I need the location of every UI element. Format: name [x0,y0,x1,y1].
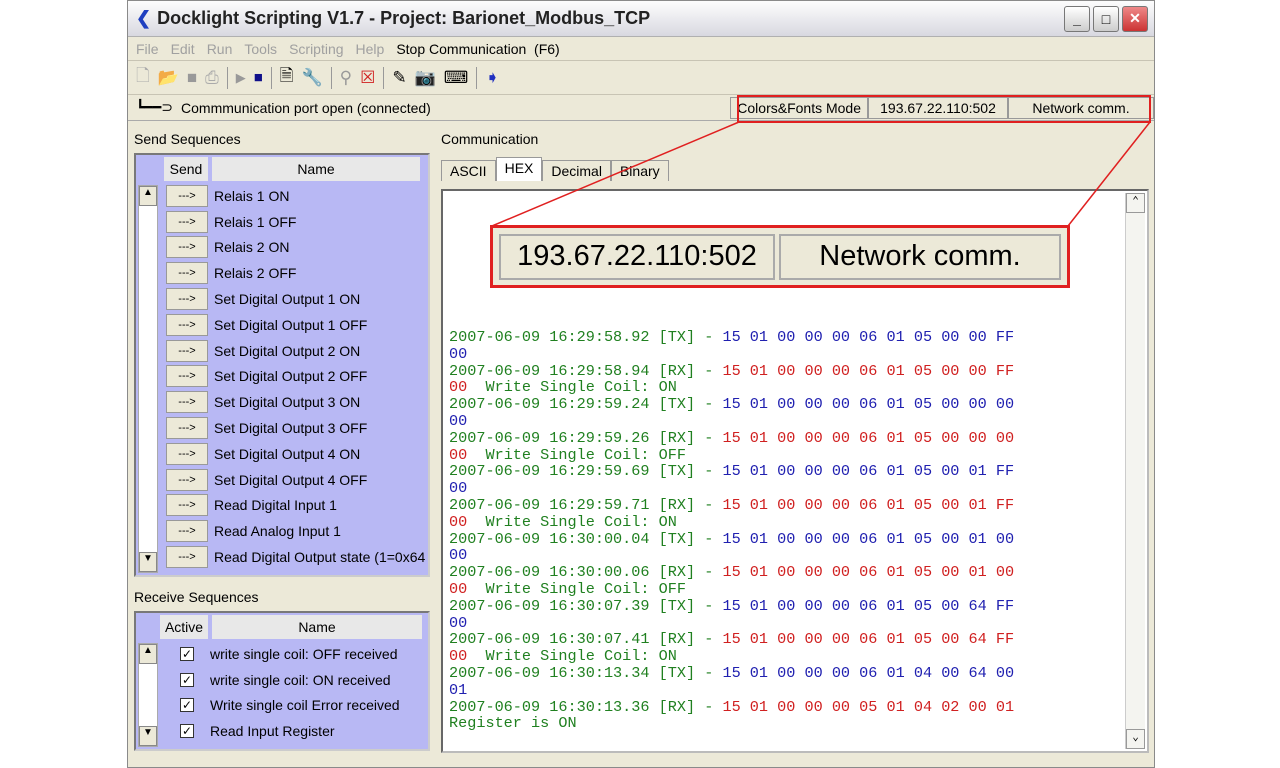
zoom-connection-type: Network comm. [779,233,1061,280]
zoom-address: 193.67.22.110:502 [499,233,775,280]
zoom-callout: 193.67.22.110:502 Network comm. [490,225,1070,288]
status-highlight-box [737,95,1151,123]
